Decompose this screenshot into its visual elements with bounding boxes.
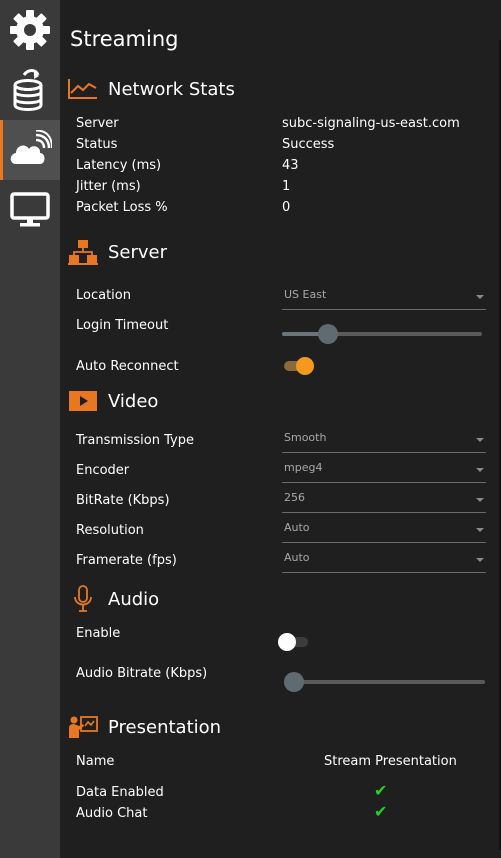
slider-thumb[interactable] bbox=[318, 324, 338, 344]
database-upload-icon bbox=[10, 67, 50, 117]
select-value: mpeg4 bbox=[284, 461, 323, 474]
section-title: Network Stats bbox=[108, 78, 235, 100]
stat-label: Status bbox=[76, 137, 118, 152]
select-value: Auto bbox=[284, 521, 310, 534]
section-title: Video bbox=[108, 390, 159, 412]
chevron-down-icon bbox=[476, 558, 484, 562]
audio-bitrate-slider[interactable] bbox=[284, 672, 485, 692]
slider-thumb[interactable] bbox=[284, 672, 304, 692]
transmission-type-select[interactable]: Smooth bbox=[282, 428, 486, 453]
stat-value: subc-signaling-us-east.com bbox=[282, 116, 460, 131]
sidebar-item-streaming[interactable] bbox=[0, 120, 60, 180]
active-indicator bbox=[0, 120, 3, 180]
data-enabled-label: Data Enabled bbox=[76, 785, 164, 800]
location-label: Location bbox=[76, 288, 131, 303]
sidebar-item-settings[interactable] bbox=[0, 2, 60, 62]
microphone-icon bbox=[68, 585, 98, 612]
encoder-select[interactable]: mpeg4 bbox=[282, 458, 486, 483]
stat-value: 43 bbox=[282, 158, 299, 173]
section-server: Server bbox=[68, 239, 167, 265]
settings-panel: Streaming Network Stats Server subc-sign… bbox=[60, 0, 501, 858]
video-setting-label: Transmission Type bbox=[76, 433, 194, 448]
video-setting-label: Resolution bbox=[76, 523, 144, 538]
video-play-icon bbox=[68, 388, 98, 414]
auto-reconnect-toggle[interactable] bbox=[282, 356, 314, 376]
line-chart-icon bbox=[68, 76, 98, 102]
cloud-streaming-icon bbox=[8, 129, 53, 170]
auto-reconnect-label: Auto Reconnect bbox=[76, 359, 179, 374]
audio-enable-toggle[interactable] bbox=[278, 632, 310, 652]
check-icon: ✔ bbox=[374, 781, 388, 800]
stat-label: Jitter (ms) bbox=[76, 179, 141, 194]
chevron-down-icon bbox=[476, 438, 484, 442]
resolution-select[interactable]: Auto bbox=[282, 518, 486, 543]
stat-label: Server bbox=[76, 116, 119, 131]
login-timeout-label: Login Timeout bbox=[76, 318, 169, 333]
select-value: Smooth bbox=[284, 431, 327, 444]
monitor-icon bbox=[10, 192, 50, 232]
presenter-board-icon bbox=[68, 714, 98, 740]
network-servers-icon bbox=[68, 239, 98, 265]
audio-chat-label: Audio Chat bbox=[76, 806, 148, 821]
select-value: Auto bbox=[284, 551, 310, 564]
chevron-down-icon bbox=[476, 295, 484, 299]
select-value: 256 bbox=[284, 491, 305, 504]
framerate-select[interactable]: Auto bbox=[282, 548, 486, 573]
section-network-stats: Network Stats bbox=[68, 76, 235, 102]
section-video: Video bbox=[68, 388, 158, 414]
section-title: Audio bbox=[108, 588, 160, 610]
stat-value: 0 bbox=[282, 200, 291, 215]
slider-track bbox=[284, 680, 485, 684]
video-setting-label: Framerate (fps) bbox=[76, 553, 177, 568]
audio-bitrate-label: Audio Bitrate (Kbps) bbox=[76, 666, 208, 681]
presentation-name-header: Name bbox=[76, 754, 115, 769]
stat-value: 1 bbox=[282, 179, 291, 194]
bitrate-select[interactable]: 256 bbox=[282, 488, 486, 513]
sidebar-item-display[interactable] bbox=[0, 182, 60, 242]
check-icon: ✔ bbox=[374, 802, 388, 821]
stat-label: Latency (ms) bbox=[76, 158, 162, 173]
chevron-down-icon bbox=[476, 528, 484, 532]
section-title: Server bbox=[108, 241, 168, 263]
video-setting-label: BitRate (Kbps) bbox=[76, 493, 170, 508]
sidebar bbox=[0, 0, 60, 858]
login-timeout-slider[interactable] bbox=[282, 324, 482, 344]
section-title: Presentation bbox=[108, 716, 222, 738]
location-select-value: US East bbox=[284, 288, 327, 301]
presentation-value-header: Stream Presentation bbox=[324, 754, 457, 769]
sidebar-item-data[interactable] bbox=[0, 62, 60, 122]
stat-label: Packet Loss % bbox=[76, 200, 168, 215]
video-setting-label: Encoder bbox=[76, 463, 130, 478]
toggle-thumb bbox=[296, 357, 314, 375]
section-presentation: Presentation bbox=[68, 714, 221, 740]
page-title: Streaming bbox=[70, 27, 179, 51]
chevron-down-icon bbox=[476, 498, 484, 502]
section-audio: Audio bbox=[68, 585, 160, 612]
audio-enable-label: Enable bbox=[76, 626, 121, 641]
location-select[interactable]: US East bbox=[282, 285, 486, 310]
stat-value: Success bbox=[282, 137, 335, 152]
toggle-thumb bbox=[278, 633, 296, 651]
gear-icon bbox=[9, 9, 51, 55]
chevron-down-icon bbox=[476, 468, 484, 472]
